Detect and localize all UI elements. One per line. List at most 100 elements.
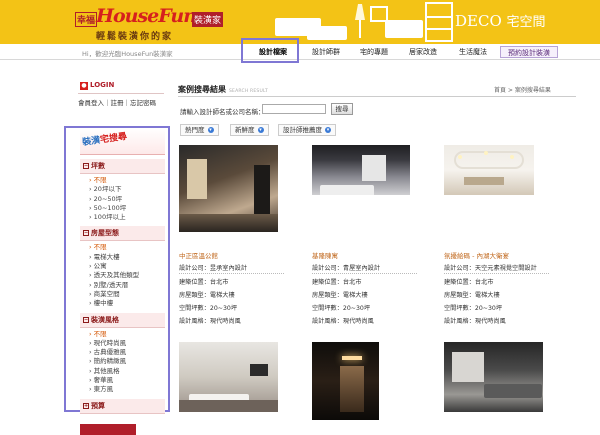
logo-suffix: 裝潢家 [192, 12, 224, 27]
breadcrumb[interactable]: 首頁 > 案例搜尋結果 [494, 85, 551, 94]
case-location: 建築位置：台北市 [179, 279, 229, 286]
filter-group-heading[interactable]: − 坪數 [80, 159, 165, 174]
nav-life-magic[interactable]: 生活魔法 [452, 46, 494, 58]
login-links[interactable]: 會員登入｜註冊｜忘記密碼 [78, 97, 164, 107]
case-card-1 [179, 145, 278, 232]
case-designer: 設計公司：天空元素視覺空間設計 [444, 265, 537, 272]
bookshelf-icon [425, 2, 453, 42]
filter-option[interactable]: › 不限 [89, 243, 165, 252]
filter-options: › 不限 › 現代時尚風 › 古典優雅風 › 簡約精緻風 › 其他風格 › 奢華… [80, 328, 165, 395]
case-location: 建築位置：台北市 [312, 279, 362, 286]
sofa-icon [307, 26, 347, 40]
deco-cn: 宅空間 [506, 15, 546, 30]
sort-popularity-button[interactable]: 熱門度 ▾ [180, 124, 219, 136]
collapse-icon: − [83, 316, 89, 323]
sort-arrow-icon: ▾ [207, 127, 214, 133]
case-designer: 設計公司：昱承室內設計 [179, 265, 248, 272]
case-photo[interactable] [312, 145, 410, 195]
filter-option[interactable]: › 其他風格 [89, 367, 165, 376]
case-photo[interactable] [444, 145, 534, 195]
expand-icon: + [83, 402, 89, 409]
filter-option[interactable]: › 不限 [89, 176, 165, 185]
filter-option-label: 不限 [93, 176, 107, 184]
case-area: 空間坪數：20~30坪 [312, 305, 371, 312]
sidebar-ad-banner[interactable] [80, 424, 136, 435]
filter-group-label: 房屋型態 [91, 229, 119, 238]
filter-option-label: 100坪以上 [93, 213, 126, 222]
filter-option[interactable]: › 透天及其他類型 [89, 271, 165, 280]
case-house-type: 房屋類型：電梯大樓 [444, 292, 500, 299]
filter-option-label: 20坪以下 [93, 185, 122, 194]
case-photo[interactable] [444, 342, 543, 412]
divider [312, 273, 417, 274]
page-title: 案例搜尋結果 SEARCH RESULT [178, 84, 268, 95]
case-designer: 設計公司：青屋室內設計 [312, 265, 381, 272]
filter-option[interactable]: › 樓中樓 [89, 299, 165, 308]
filter-option-label: 其他風格 [93, 366, 120, 375]
filter-group-heading[interactable]: − 裝潢風格 [80, 312, 165, 328]
filter-option[interactable]: › 100坪以上 [89, 213, 165, 222]
case-title[interactable]: 氛擾絵碼 - 內湖大衛宴 [444, 250, 509, 260]
sort-freshness-button[interactable]: 新鮮度 ▾ [230, 124, 269, 136]
filter-option[interactable]: › 50~100坪 [89, 204, 165, 213]
case-photo[interactable] [179, 342, 278, 412]
filter-option[interactable]: › 20坪以下 [89, 185, 165, 194]
filter-group-house-type: − 房屋型態 › 不限 › 電梯大樓 › 公寓 › 透天及其他類型 › 別墅/透天… [80, 226, 165, 308]
nav-designers[interactable]: 設計師群 [305, 46, 347, 58]
login-title: LOGIN [90, 81, 115, 89]
sidebar-header: 裝潢宅搜尋 [80, 128, 165, 155]
case-title[interactable]: 基隆陳寓 [312, 250, 338, 260]
filter-option-label: 電梯大樓 [93, 252, 120, 261]
header-banner: 幸福 HouseFun 裝潢家 輕鬆裝潢你的家 DECO 宅空間 [0, 0, 600, 44]
login-box: ● LOGIN 會員登入｜註冊｜忘記密碼 [78, 81, 164, 117]
sort-label: 熱門度 [185, 126, 205, 134]
filter-option[interactable]: › 20~50坪 [89, 195, 165, 204]
case-card-5 [312, 342, 379, 420]
filter-option[interactable]: › 公寓 [89, 262, 165, 271]
search-button[interactable]: 搜尋 [331, 103, 353, 115]
sidebar-title-b: 宅搜尋 [99, 131, 128, 146]
filter-option[interactable]: › 電梯大樓 [89, 253, 165, 262]
case-card-6 [444, 342, 543, 412]
filter-option[interactable]: › 不限 [89, 330, 165, 339]
designer-search-input[interactable] [262, 104, 326, 114]
case-style: 設計風格：現代時尚風 [312, 318, 374, 325]
filter-option-label: 公寓 [93, 262, 107, 271]
filter-group-label: 預算 [91, 401, 105, 410]
sort-label: 新鮮度 [235, 126, 255, 134]
filter-option[interactable]: › 商業空間 [89, 290, 165, 299]
case-photo[interactable] [179, 145, 278, 232]
filter-option[interactable]: › 別墅/透天厝 [89, 281, 165, 290]
divider [178, 96, 576, 97]
main-nav: Hi，歡迎光臨HouseFun裝潢家 設計檔案 設計師群 宅的專題 居家改造 生… [0, 44, 600, 60]
nav-book-design[interactable]: 預約設計裝潢 [500, 46, 558, 58]
nav-home-features[interactable]: 宅的專題 [353, 46, 395, 58]
filter-group-heading[interactable]: − 房屋型態 [80, 226, 165, 242]
case-card-4 [179, 342, 278, 412]
filter-option[interactable]: › 奢華風 [89, 376, 165, 385]
lamp-stem [359, 20, 361, 38]
divider [78, 93, 164, 94]
banner-furniture-illustration [275, 0, 453, 44]
logo-slogan: 輕鬆裝潢你的家 [96, 32, 174, 42]
logo-wordmark: HouseFun [96, 5, 197, 27]
nav-active-highlight [241, 38, 299, 63]
search-label: 請輸入設計師名或公司名稱： [180, 108, 265, 116]
divider [179, 273, 284, 274]
filter-option[interactable]: › 東方風 [89, 385, 165, 394]
sort-recommend-button[interactable]: 設計師推薦度 ▾ [278, 124, 336, 136]
filter-group-heading[interactable]: + 預算 [80, 398, 165, 414]
sort-arrow-icon: ▾ [257, 127, 264, 133]
filter-options: › 不限 › 20坪以下 › 20~50坪 › 50~100坪 › 100坪以上 [80, 174, 165, 222]
sort-label: 設計師推薦度 [283, 126, 322, 134]
case-title[interactable]: 中正區溫公館 [179, 250, 218, 260]
deco-brand[interactable]: DECO 宅空間 [455, 11, 546, 30]
case-card-2 [312, 145, 410, 195]
nav-home-makeover[interactable]: 居家改造 [402, 46, 444, 58]
deco-latin: DECO [455, 12, 502, 30]
case-photo[interactable] [312, 342, 379, 420]
filter-option[interactable]: › 簡約精緻風 [89, 357, 165, 366]
welcome-text: Hi，歡迎光臨HouseFun裝潢家 [82, 50, 173, 58]
filter-option[interactable]: › 現代時尚風 [89, 339, 165, 348]
housefun-logo[interactable]: 幸福 HouseFun 裝潢家 輕鬆裝潢你的家 [70, 4, 270, 42]
